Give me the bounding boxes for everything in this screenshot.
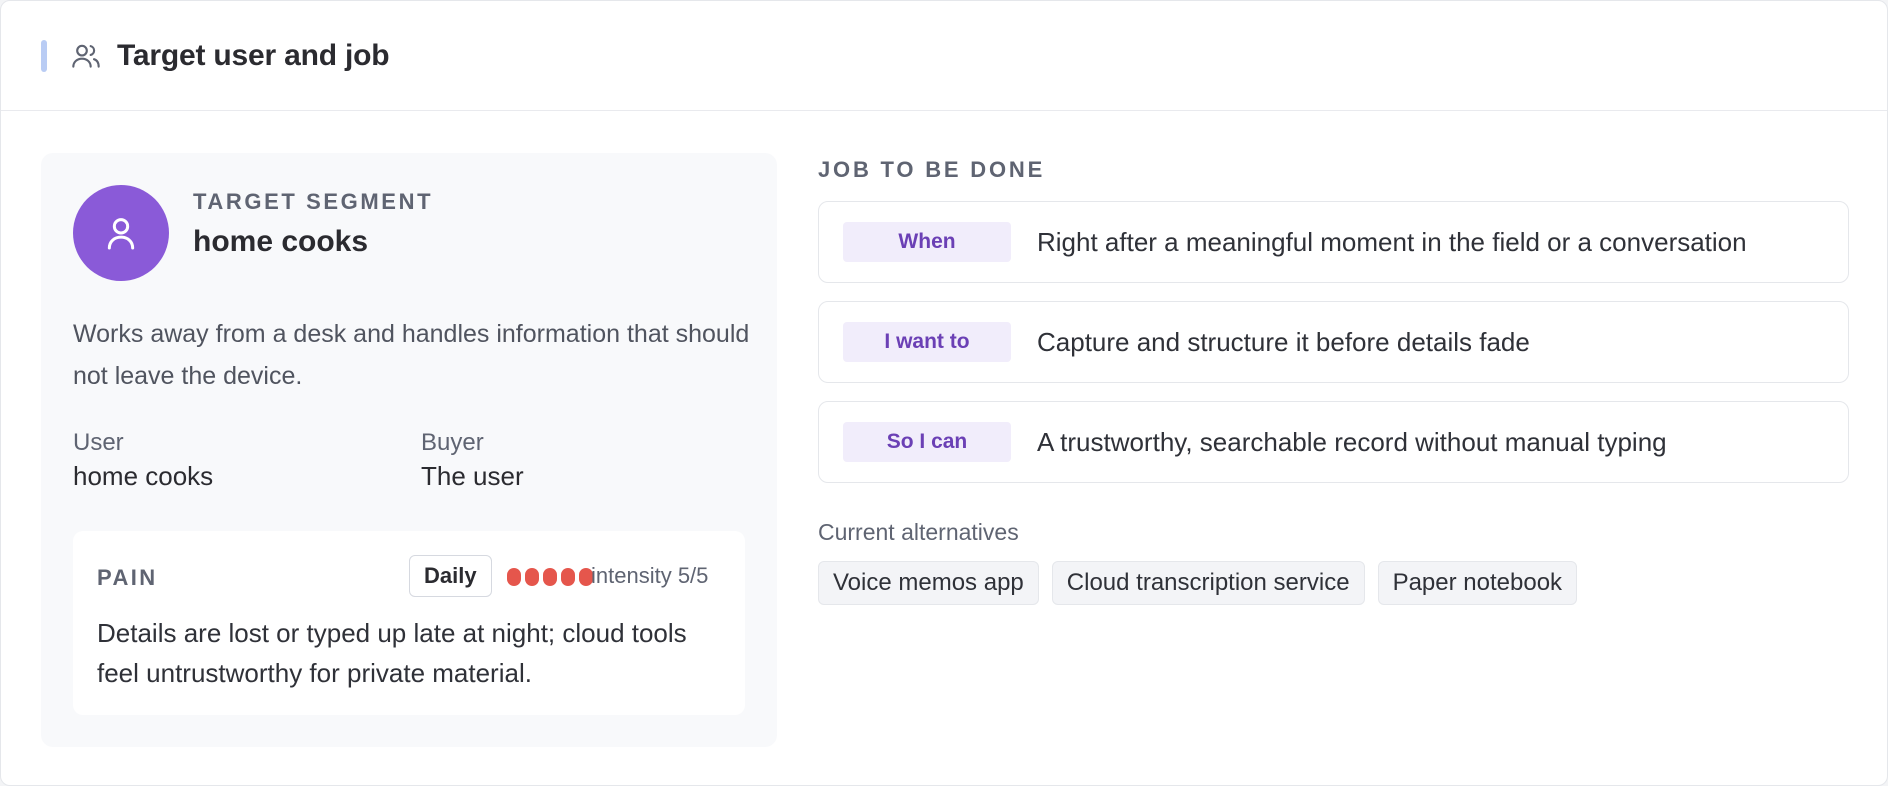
jtbd-label: JOB TO BE DONE [818,157,1046,182]
job-tag: When [843,222,1011,262]
alternatives-list: Voice memos app Cloud transcription serv… [818,561,1578,605]
job-text: Right after a meaningful moment in the f… [1037,226,1747,257]
alternatives-label: Current alternatives [818,519,1019,545]
job-row-when: When Right after a meaningful moment in … [818,201,1849,283]
pain-text: Details are lost or typed up late at nig… [97,618,687,688]
intensity-text: intensity 5/5 [591,563,709,588]
job-tag: I want to [843,322,1011,362]
target-user-card: Target user and job TARGET SEGMENT home … [0,0,1888,786]
segment-value: home cooks [193,225,369,258]
user-value: home cooks [73,461,214,491]
card-header: Target user and job [1,1,1887,111]
user-label: User [73,429,124,456]
job-tag: So I can [843,422,1011,462]
buyer-value: The user [421,461,524,491]
user-icon [107,218,135,250]
page-title: Target user and job [117,38,390,72]
intensity-dot [525,568,539,586]
segment-panel: TARGET SEGMENT home cooks Works away fro… [41,153,777,747]
header-accent-bar [41,39,47,72]
alternative-chip: Cloud transcription service [1051,561,1365,605]
alternative-chip: Voice memos app [818,561,1039,605]
buyer-label: Buyer [421,429,484,456]
user-field: User home cooks [73,429,213,492]
job-row-want: I want to Capture and structure it befor… [818,301,1849,383]
pain-label: PAIN [97,565,158,590]
job-text: Capture and structure it before details … [1037,326,1530,357]
intensity-dot [507,568,521,586]
users-icon [69,39,103,73]
buyer-field: Buyer The user [421,429,524,492]
intensity-dots [507,568,593,586]
pain-box: PAIN Daily intensity 5/5 Details are los… [73,531,745,715]
intensity-dot [561,568,575,586]
segment-description: Works away from a desk and handles infor… [73,320,750,390]
job-text: A trustworthy, searchable record without… [1037,426,1667,457]
job-row-so: So I can A trustworthy, searchable recor… [818,401,1849,483]
segment-label: TARGET SEGMENT [193,189,434,214]
frequency-badge: Daily [409,555,492,597]
avatar [73,185,169,281]
intensity-dot [543,568,557,586]
alternative-chip: Paper notebook [1377,561,1578,605]
